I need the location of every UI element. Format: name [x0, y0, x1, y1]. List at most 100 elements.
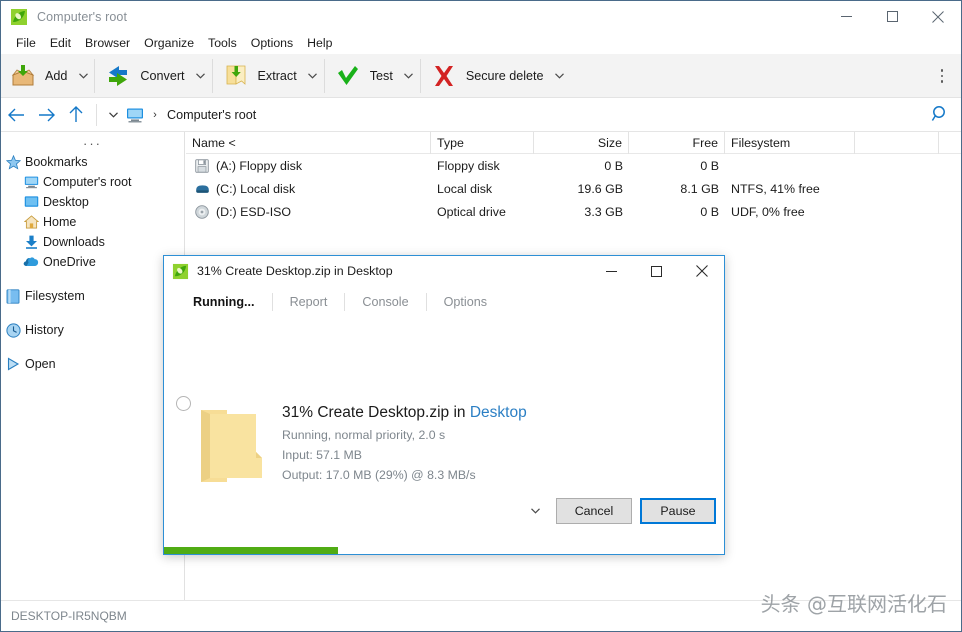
close-icon[interactable] [679, 256, 724, 286]
add-button-label: Add [45, 68, 68, 83]
optical-disc-icon [192, 204, 212, 219]
column-header-filesystem[interactable]: Filesystem [725, 131, 855, 154]
close-icon[interactable] [915, 1, 961, 32]
extract-dropdown-chevron-down-icon[interactable] [303, 57, 323, 95]
kebab-menu-icon[interactable] [933, 66, 951, 86]
more-options-chevron-down-icon[interactable] [522, 498, 548, 524]
menu-bar: File Edit Browser Organize Tools Options… [1, 32, 961, 54]
file-size-cell: 19.6 GB [577, 181, 623, 196]
file-filesystem-cell: NTFS, 41% free [731, 181, 820, 196]
table-row[interactable]: (D:) ESD-ISO Optical drive 3.3 GB 0 B UD… [186, 200, 961, 223]
minimize-icon[interactable] [823, 1, 869, 32]
toolbar-separator [419, 58, 421, 93]
clock-icon [1, 322, 25, 338]
convert-button-label: Convert [140, 68, 185, 83]
column-header-size[interactable]: Size [534, 131, 629, 154]
extract-button[interactable]: Extract [214, 57, 303, 95]
add-button[interactable]: Add [1, 57, 73, 95]
dialog-tabs: Running... Report Console Options [164, 286, 724, 318]
sidebar-item-computers-root[interactable]: Computer's root [1, 172, 184, 192]
convert-button[interactable]: Convert [96, 57, 190, 95]
folder-icon [196, 402, 268, 493]
maximize-icon[interactable] [634, 256, 679, 286]
sidebar-item-bookmarks[interactable]: Bookmarks [1, 152, 184, 172]
back-arrow-icon[interactable] [1, 100, 31, 130]
maximize-icon[interactable] [869, 1, 915, 32]
sidebar-item-downloads[interactable]: Downloads [1, 232, 184, 252]
minimize-icon[interactable] [589, 256, 634, 286]
toolbar-group-convert: Convert [96, 54, 210, 98]
add-dropdown-chevron-down-icon[interactable] [73, 57, 93, 95]
menu-item-organize[interactable]: Organize [137, 34, 201, 52]
breadcrumb-path[interactable]: Computer's root [167, 108, 256, 122]
floppy-disk-icon [192, 158, 212, 173]
convert-dropdown-chevron-down-icon[interactable] [191, 57, 211, 95]
column-header-extra[interactable] [855, 131, 939, 154]
dialog-title: 31% Create Desktop.zip in Desktop [197, 264, 393, 278]
file-free-cell: 0 B [700, 158, 719, 173]
table-row[interactable]: (C:) Local disk Local disk 19.6 GB 8.1 G… [186, 177, 961, 200]
dialog-destination-link[interactable]: Desktop [470, 404, 527, 421]
history-chevron-down-icon[interactable] [102, 111, 124, 118]
toolbar-group-secure-delete: Secure delete [422, 54, 570, 98]
sidebar-item-label: Home [43, 215, 77, 229]
test-check-icon [334, 62, 362, 90]
search-icon[interactable] [930, 104, 950, 129]
sidebar-item-home[interactable]: Home [1, 212, 184, 232]
tab-report[interactable]: Report [273, 293, 346, 311]
column-header-type[interactable]: Type [431, 131, 534, 154]
secure-delete-button[interactable]: Secure delete [422, 57, 550, 95]
home-icon [19, 215, 43, 229]
toolbar-separator [323, 58, 325, 93]
filesystem-icon [1, 288, 25, 304]
dialog-status-line: Running, normal priority, 2.0 s [282, 428, 446, 442]
extract-button-label: Extract [257, 68, 297, 83]
up-arrow-icon[interactable] [61, 100, 91, 130]
menu-item-edit[interactable]: Edit [43, 34, 78, 52]
toolbar-separator [211, 58, 213, 93]
forward-arrow-icon[interactable] [31, 100, 61, 130]
sidebar-item-desktop[interactable]: Desktop [1, 192, 184, 212]
test-button[interactable]: Test [326, 57, 399, 95]
dialog-title-bar: 31% Create Desktop.zip in Desktop [164, 256, 724, 286]
sidebar-item-onedrive[interactable]: OneDrive [1, 252, 184, 272]
column-header-name[interactable]: Name < [186, 131, 431, 154]
table-row[interactable]: (A:) Floppy disk Floppy disk 0 B 0 B [186, 154, 961, 177]
dialog-headline-prefix: 31% Create Desktop.zip in [282, 404, 470, 421]
menu-item-browser[interactable]: Browser [78, 34, 137, 52]
computer-icon [19, 175, 43, 189]
toolbar-group-extract: Extract [214, 54, 323, 98]
file-type-cell: Floppy disk [437, 158, 500, 173]
file-name-cell: (A:) Floppy disk [186, 154, 431, 177]
cancel-button[interactable]: Cancel [556, 498, 632, 524]
sidebar-item-history[interactable]: History [1, 320, 184, 340]
tab-console[interactable]: Console [345, 293, 427, 311]
dialog-actions: Cancel Pause [522, 498, 716, 524]
toolbar-group-test: Test [326, 54, 419, 98]
computer-icon[interactable] [124, 107, 146, 123]
dialog-headline: 31% Create Desktop.zip in Desktop [282, 404, 527, 422]
pause-button[interactable]: Pause [640, 498, 716, 524]
secure-delete-button-label: Secure delete [465, 68, 544, 83]
sidebar-item-filesystem[interactable]: Filesystem [1, 286, 184, 306]
tab-options[interactable]: Options [427, 293, 504, 311]
menu-item-file[interactable]: File [9, 34, 43, 52]
file-filesystem-cell [725, 154, 855, 177]
desktop-icon [19, 195, 43, 209]
sidebar-item-label: OneDrive [43, 255, 96, 269]
menu-item-tools[interactable]: Tools [201, 34, 244, 52]
tab-running[interactable]: Running... [176, 293, 273, 311]
sidebar-overflow-dots[interactable]: ··· [1, 132, 184, 152]
column-header-free[interactable]: Free [629, 131, 725, 154]
menu-item-help[interactable]: Help [300, 34, 339, 52]
add-archive-icon [9, 62, 37, 90]
menu-item-options[interactable]: Options [244, 34, 300, 52]
test-dropdown-chevron-down-icon[interactable] [399, 57, 419, 95]
secure-delete-dropdown-chevron-down-icon[interactable] [550, 57, 570, 95]
file-size-cell: 3.3 GB [584, 204, 623, 219]
spinner-icon [176, 396, 191, 411]
sidebar-item-open[interactable]: Open [1, 354, 184, 374]
file-type-cell: Local disk [437, 181, 493, 196]
toolbar-separator [94, 58, 96, 93]
